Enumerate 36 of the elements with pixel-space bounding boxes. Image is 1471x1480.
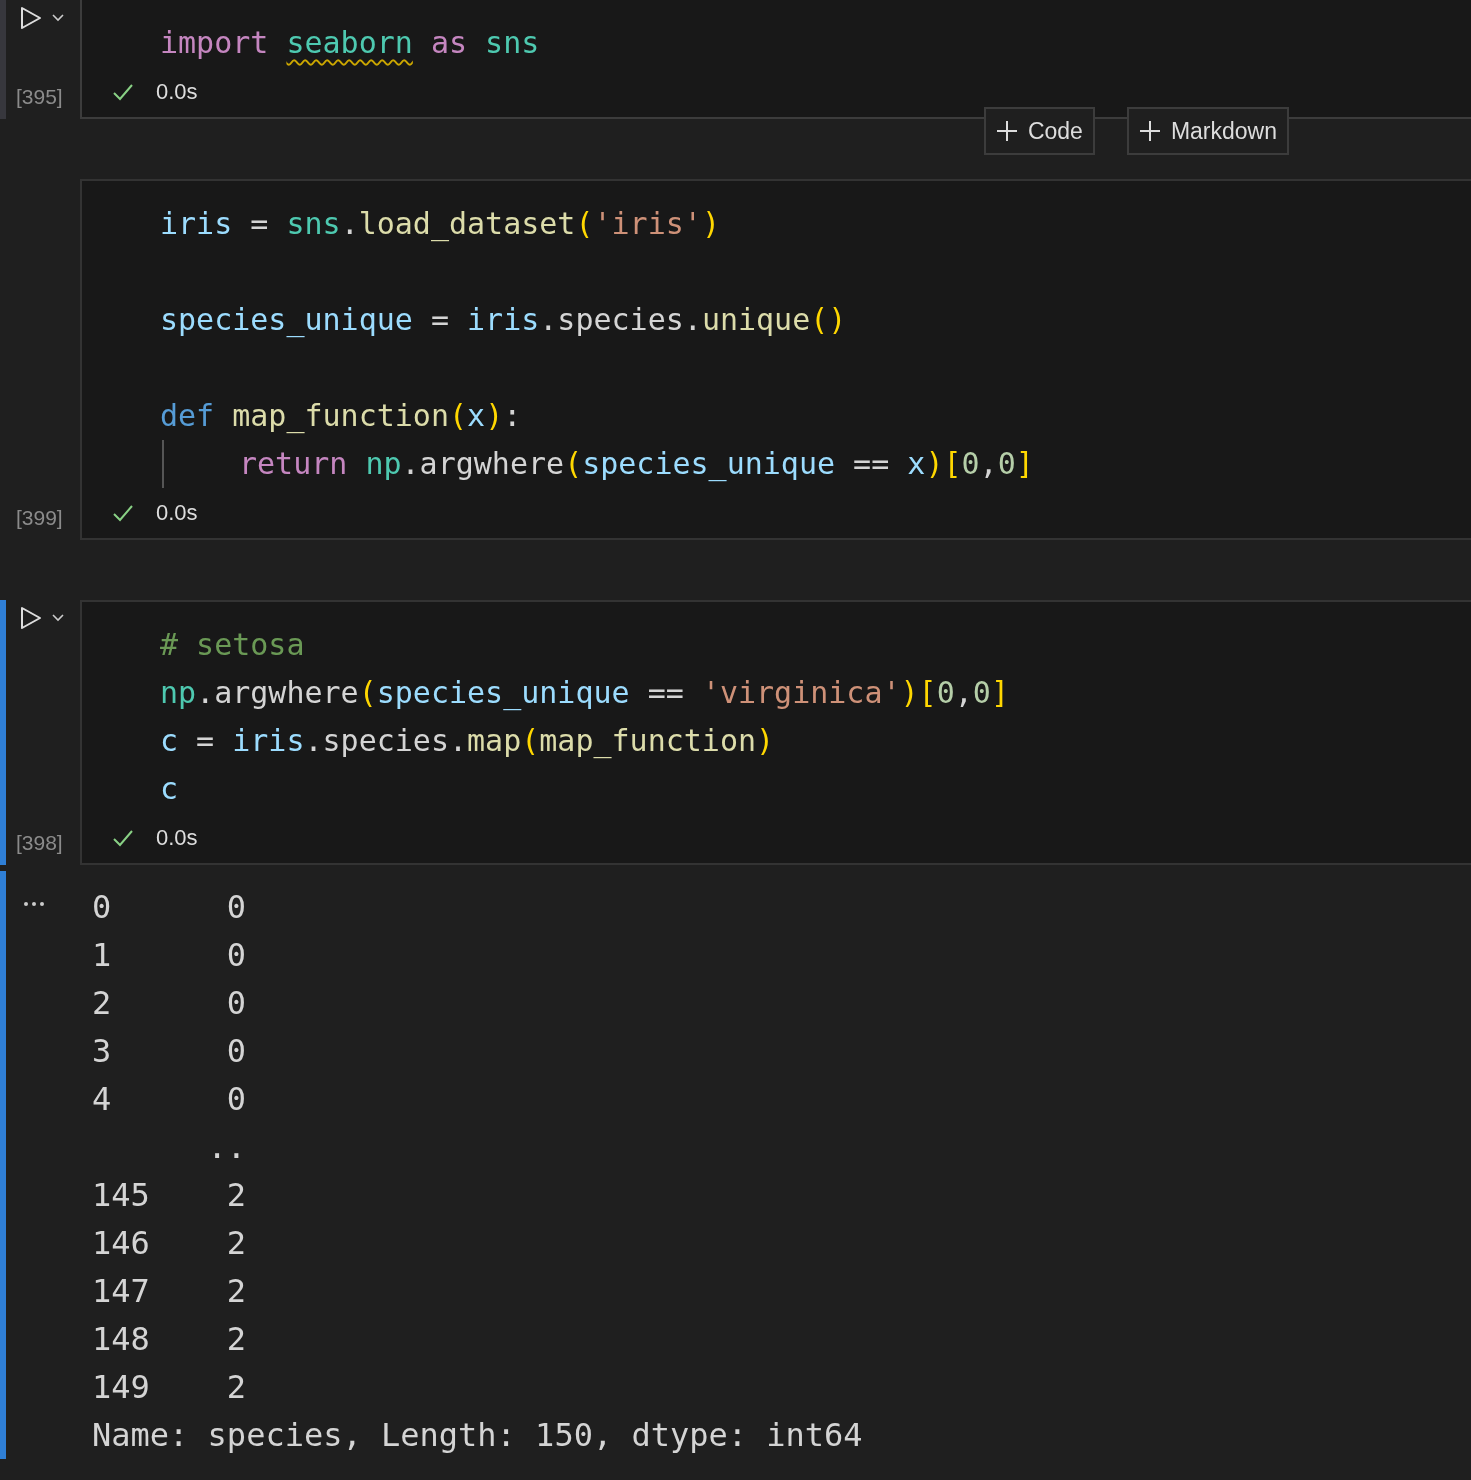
code-line: iris = sns.load_dataset('iris'): [160, 205, 720, 244]
add-cell-button[interactable]: Markdown: [1126, 107, 1289, 155]
run-icon[interactable]: [20, 606, 42, 630]
code-line: species_unique = iris.species.unique(): [160, 301, 847, 340]
output-line: 148 2: [92, 1319, 247, 1360]
chevron-down-icon[interactable]: [52, 614, 64, 622]
output-line: 4 0: [92, 1079, 247, 1120]
chevron-down-icon[interactable]: [52, 14, 64, 22]
code-line: np.argwhere(species_unique == 'virginica')[0,0]: [160, 674, 1009, 713]
output-line: 147 2: [92, 1271, 247, 1312]
output-line: 149 2: [92, 1367, 247, 1408]
code-line: # setosa: [160, 626, 305, 664]
output-line: 3 0: [92, 1031, 247, 1072]
execution-count: [395]: [16, 84, 63, 110]
code-line: def map_function(x):: [160, 397, 522, 436]
add-cell-button[interactable]: Code: [983, 107, 1095, 155]
plus-icon: [1138, 120, 1161, 142]
execution-count: [398]: [16, 830, 63, 856]
output-line: ..: [206, 1127, 247, 1168]
execution-count: [399]: [16, 505, 63, 531]
plus-icon: [995, 120, 1018, 142]
code-line: return np.argwhere(species_unique == x)[0,0]: [239, 445, 1034, 484]
execution-time: 0.0s: [156, 825, 198, 851]
code-line: c = iris.species.map(map_function): [160, 722, 775, 761]
execution-time: 0.0s: [156, 500, 198, 526]
more-icon[interactable]: [23, 901, 45, 907]
output-line: 1 0: [92, 935, 247, 976]
output-line: 145 2: [92, 1175, 247, 1216]
output-line: 0 0: [92, 887, 247, 928]
code-line: import seaborn as sns: [160, 24, 540, 62]
output-line: 2 0: [92, 983, 247, 1024]
output-line: Name: species, Length: 150, dtype: int64: [92, 1415, 863, 1456]
run-icon[interactable]: [20, 6, 42, 30]
execution-time: 0.0s: [156, 79, 198, 105]
output-line: 146 2: [92, 1223, 247, 1264]
code-line: c: [160, 770, 179, 808]
